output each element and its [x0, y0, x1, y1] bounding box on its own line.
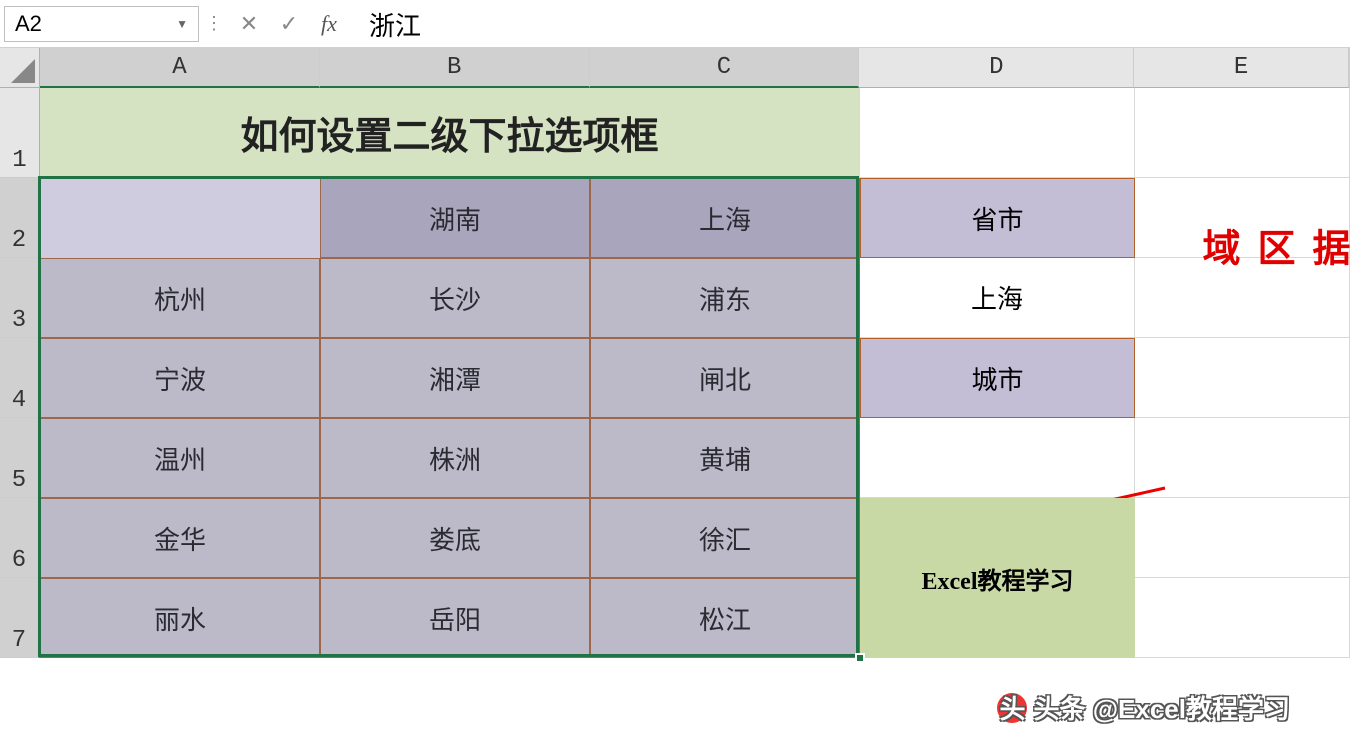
data-cell[interactable]: 温州	[40, 418, 320, 498]
separator: ⋮	[199, 13, 229, 34]
annotation-text: 拉取数据区域	[1190, 228, 1350, 286]
data-header[interactable]: 上海	[590, 178, 860, 258]
formula-bar: A2 ▼ ⋮ ✕ ✓ fx 浙江	[0, 0, 1350, 48]
watermark: 头 头条 @Excel教程学习	[997, 689, 1290, 726]
row-header-1[interactable]: 1	[0, 88, 40, 178]
watermark-text: 头条 @Excel教程学习	[1033, 689, 1290, 726]
cell[interactable]	[1135, 88, 1350, 178]
data-cell[interactable]: 金华	[40, 498, 320, 578]
cell[interactable]	[1135, 338, 1350, 418]
data-cell[interactable]: 松江	[590, 578, 860, 658]
credit-box: Excel教程学习	[860, 498, 1135, 658]
cancel-icon[interactable]: ✕	[229, 11, 269, 37]
cell[interactable]	[860, 88, 1135, 178]
data-cell[interactable]: 娄底	[320, 498, 590, 578]
data-cell[interactable]: 株洲	[320, 418, 590, 498]
col-header-C[interactable]: C	[590, 48, 860, 88]
formula-input[interactable]: 浙江	[349, 6, 1346, 42]
row-header-2[interactable]: 2	[0, 178, 40, 258]
col-header-D[interactable]: D	[859, 48, 1134, 88]
col-header-E[interactable]: E	[1134, 48, 1349, 88]
data-cell[interactable]: 长沙	[320, 258, 590, 338]
side-label-province[interactable]: 省市	[860, 178, 1135, 258]
select-all-corner[interactable]	[0, 48, 40, 88]
cell[interactable]	[1135, 498, 1350, 578]
row-header-4[interactable]: 4	[0, 338, 40, 418]
row-header-3[interactable]: 3	[0, 258, 40, 338]
data-cell[interactable]: 黄埔	[590, 418, 860, 498]
col-header-B[interactable]: B	[320, 48, 590, 88]
chevron-down-icon[interactable]: ▼	[176, 17, 188, 31]
side-value-province[interactable]: 上海	[860, 258, 1135, 338]
column-headers: ABCDE	[40, 48, 1350, 88]
data-cell[interactable]: 湘潭	[320, 338, 590, 418]
row-header-5[interactable]: 5	[0, 418, 40, 498]
data-cell[interactable]: 徐汇	[590, 498, 860, 578]
row-headers: 1234567	[0, 88, 40, 658]
data-cell[interactable]: 岳阳	[320, 578, 590, 658]
data-cell[interactable]: 宁波	[40, 338, 320, 418]
row-header-7[interactable]: 7	[0, 578, 40, 658]
enter-icon[interactable]: ✓	[269, 11, 309, 37]
data-header[interactable]: 浙江	[40, 178, 320, 258]
side-label-city[interactable]: 城市	[860, 338, 1135, 418]
name-box-value: A2	[15, 11, 42, 37]
logo-icon: 头	[997, 693, 1027, 723]
data-cell[interactable]: 杭州	[40, 258, 320, 338]
data-cell[interactable]: 浦东	[590, 258, 860, 338]
col-header-A[interactable]: A	[40, 48, 320, 88]
fx-icon[interactable]: fx	[309, 11, 349, 37]
data-header[interactable]: 湖南	[320, 178, 590, 258]
title-cell[interactable]: 如何设置二级下拉选项框	[40, 88, 860, 178]
row-header-6[interactable]: 6	[0, 498, 40, 578]
cell[interactable]	[1135, 578, 1350, 658]
name-box[interactable]: A2 ▼	[4, 6, 199, 42]
cell[interactable]	[1135, 418, 1350, 498]
cell[interactable]	[860, 418, 1135, 498]
data-cell[interactable]: 闸北	[590, 338, 860, 418]
data-cell[interactable]: 丽水	[40, 578, 320, 658]
